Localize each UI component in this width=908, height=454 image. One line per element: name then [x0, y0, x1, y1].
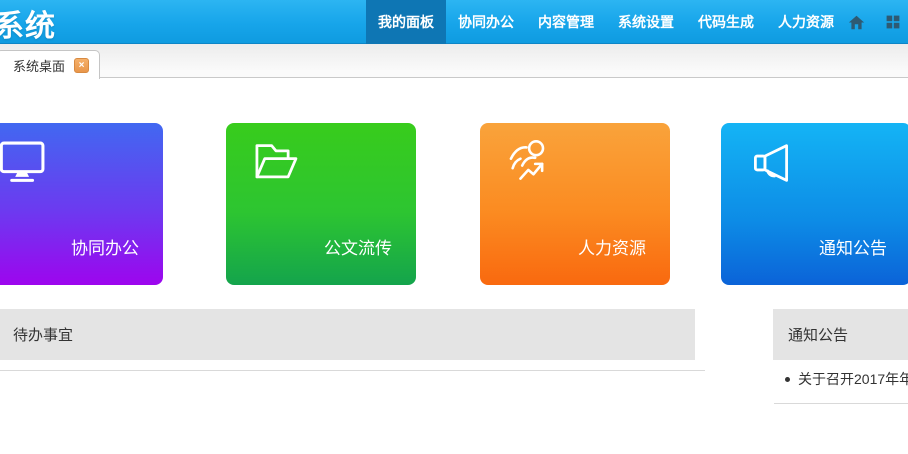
todo-panel-title: 待办事宜 [13, 324, 73, 345]
notice-panel-title: 通知公告 [788, 324, 848, 345]
home-icon[interactable] [848, 14, 865, 31]
nav-item-system-settings[interactable]: 系统设置 [606, 0, 686, 44]
tab-label: 系统桌面 [13, 56, 65, 75]
tile-document-flow[interactable]: 公文流传 [226, 123, 416, 285]
tile-label: 协同办公 [71, 234, 139, 259]
megaphone-icon [745, 137, 797, 189]
nav-item-collab-office[interactable]: 协同办公 [446, 0, 526, 44]
grid-icon[interactable] [885, 14, 902, 31]
main-nav: 我的面板 协同办公 内容管理 系统设置 代码生成 人力资源 [366, 0, 846, 44]
todo-panel-divider [0, 370, 705, 371]
tile-label: 公文流传 [324, 234, 392, 259]
tile-hr[interactable]: 人力资源 [480, 123, 670, 285]
bullet-icon [785, 377, 790, 382]
app-window: 系统 我的面板 协同办公 内容管理 系统设置 代码生成 人力资源 [0, 0, 908, 454]
nav-item-hr[interactable]: 人力资源 [766, 0, 846, 44]
nav-item-content-mgmt[interactable]: 内容管理 [526, 0, 606, 44]
todo-panel-header: 待办事宜 [0, 309, 695, 360]
top-header-bar: 系统 我的面板 协同办公 内容管理 系统设置 代码生成 人力资源 [0, 0, 908, 44]
tile-label: 人力资源 [578, 234, 646, 259]
nav-item-my-dashboard[interactable]: 我的面板 [366, 0, 446, 44]
tab-strip-border [0, 77, 908, 78]
nav-item-code-gen[interactable]: 代码生成 [686, 0, 766, 44]
folder-open-icon [250, 137, 302, 189]
tile-label: 通知公告 [819, 234, 887, 259]
notice-panel-divider [774, 403, 908, 404]
tab-system-desktop[interactable]: 系统桌面 × [0, 50, 100, 79]
notice-list-item[interactable]: 关于召开2017年年 [785, 369, 908, 389]
monitor-icon [0, 137, 49, 189]
tile-notices[interactable]: 通知公告 [721, 123, 908, 285]
notice-item-text: 关于召开2017年年 [798, 369, 908, 389]
notice-panel-header: 通知公告 [773, 309, 908, 360]
app-logo: 系统 [0, 1, 56, 45]
tab-close-icon[interactable]: × [74, 58, 89, 73]
tab-strip: 系统桌面 × [0, 44, 908, 78]
header-icon-group [848, 0, 902, 44]
person-activity-icon [504, 137, 556, 189]
tile-collab-office[interactable]: 协同办公 [0, 123, 163, 285]
